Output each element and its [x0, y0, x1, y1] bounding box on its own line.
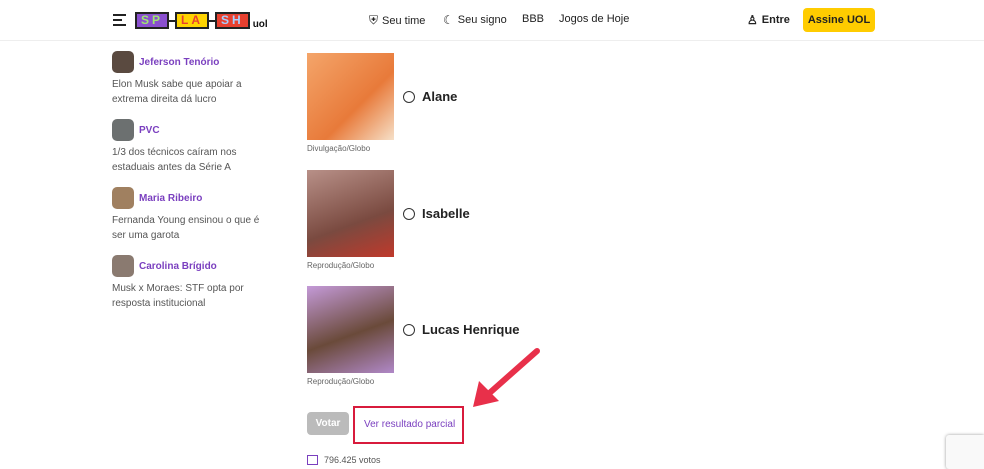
radio-button[interactable] [403, 90, 415, 103]
poll-option-lucas-henrique[interactable]: Lucas Henrique [403, 322, 520, 337]
moon-icon: ☾ [443, 13, 454, 27]
avatar [112, 119, 134, 141]
subscribe-button[interactable]: Assine UOL [803, 8, 875, 32]
option-label: Lucas Henrique [422, 322, 520, 337]
user-icon: ♙ [747, 13, 758, 27]
columnist-item[interactable]: Maria Ribeiro Fernanda Young ensinou o qu… [112, 187, 262, 243]
vote-button[interactable]: Votar [307, 412, 349, 435]
columnist-name[interactable]: Jeferson Tenório [139, 57, 219, 68]
nav-label: Jogos de Hoje [559, 13, 630, 25]
lucas-photo [307, 286, 394, 373]
option-label: Alane [422, 89, 458, 104]
photo-credit: Reprodução/Globo [307, 377, 375, 386]
columnist-name[interactable]: Carolina Brígido [139, 261, 217, 272]
shield-icon: ⛨ [369, 13, 379, 27]
nav-seu-signo[interactable]: ☾ Seu signo [443, 13, 507, 27]
columnist-headline[interactable]: Fernanda Young ensinou o que é ser uma g… [112, 213, 262, 243]
chart-icon [307, 455, 318, 465]
nav-bbb[interactable]: BBB [522, 13, 544, 25]
nav-label: Seu time [382, 14, 426, 27]
logo-part: SH [215, 12, 250, 29]
poll-option-alane[interactable]: Alane [403, 89, 457, 104]
alane-photo [307, 53, 394, 140]
columnist-item[interactable]: Jeferson Tenório Elon Musk sabe que apoia… [112, 51, 262, 107]
nav-jogos[interactable]: Jogos de Hoje [559, 13, 629, 25]
option-label: Isabelle [422, 206, 470, 221]
columnist-headline[interactable]: Musk x Moraes: STF opta por resposta ins… [112, 281, 262, 311]
radio-button[interactable] [403, 207, 415, 220]
logo-part: SP [135, 12, 170, 29]
nav-seu-time[interactable]: ⛨ Seu time [369, 13, 425, 28]
avatar [112, 255, 134, 277]
avatar [112, 187, 134, 209]
vote-count-label: 796.425 votos [324, 455, 381, 465]
radio-button[interactable] [403, 323, 415, 336]
avatar [112, 51, 134, 73]
columnist-item[interactable]: Carolina Brígido Musk x Moraes: STF opta … [112, 255, 262, 311]
uol-logo: uol [252, 19, 268, 30]
nav-label: BBB [522, 13, 545, 25]
photo-credit: Divulgação/Globo [307, 144, 371, 153]
arrow-annotation [473, 348, 540, 407]
menu-icon[interactable] [113, 14, 126, 29]
nav-label: Seu signo [457, 14, 507, 26]
recaptcha-badge[interactable] [946, 435, 984, 469]
partial-result-link[interactable]: Ver resultado parcial [353, 406, 464, 444]
login-label: Entre [761, 14, 790, 26]
poll-option-isabelle[interactable]: Isabelle [403, 206, 470, 221]
login-link[interactable]: ♙ Entre [747, 13, 790, 27]
columnist-name[interactable]: Maria Ribeiro [139, 193, 202, 204]
header: SP LA SH uol ⛨ Seu time ☾ Seu signo BBB Jo… [0, 0, 984, 41]
columnist-item[interactable]: PVC 1/3 dos técnicos caíram nos estaduais… [112, 119, 262, 175]
splash-logo[interactable]: SP LA SH uol [135, 11, 268, 30]
isabelle-photo [307, 170, 394, 257]
photo-credit: Reprodução/Globo [307, 261, 375, 270]
columnist-name[interactable]: PVC [139, 125, 160, 136]
logo-part: LA [175, 12, 210, 29]
vote-count: 796.425 votos [307, 455, 381, 465]
columnist-headline[interactable]: Elon Musk sabe que apoiar a extrema dire… [112, 77, 262, 107]
columnist-headline[interactable]: 1/3 dos técnicos caíram nos estaduais an… [112, 145, 262, 175]
